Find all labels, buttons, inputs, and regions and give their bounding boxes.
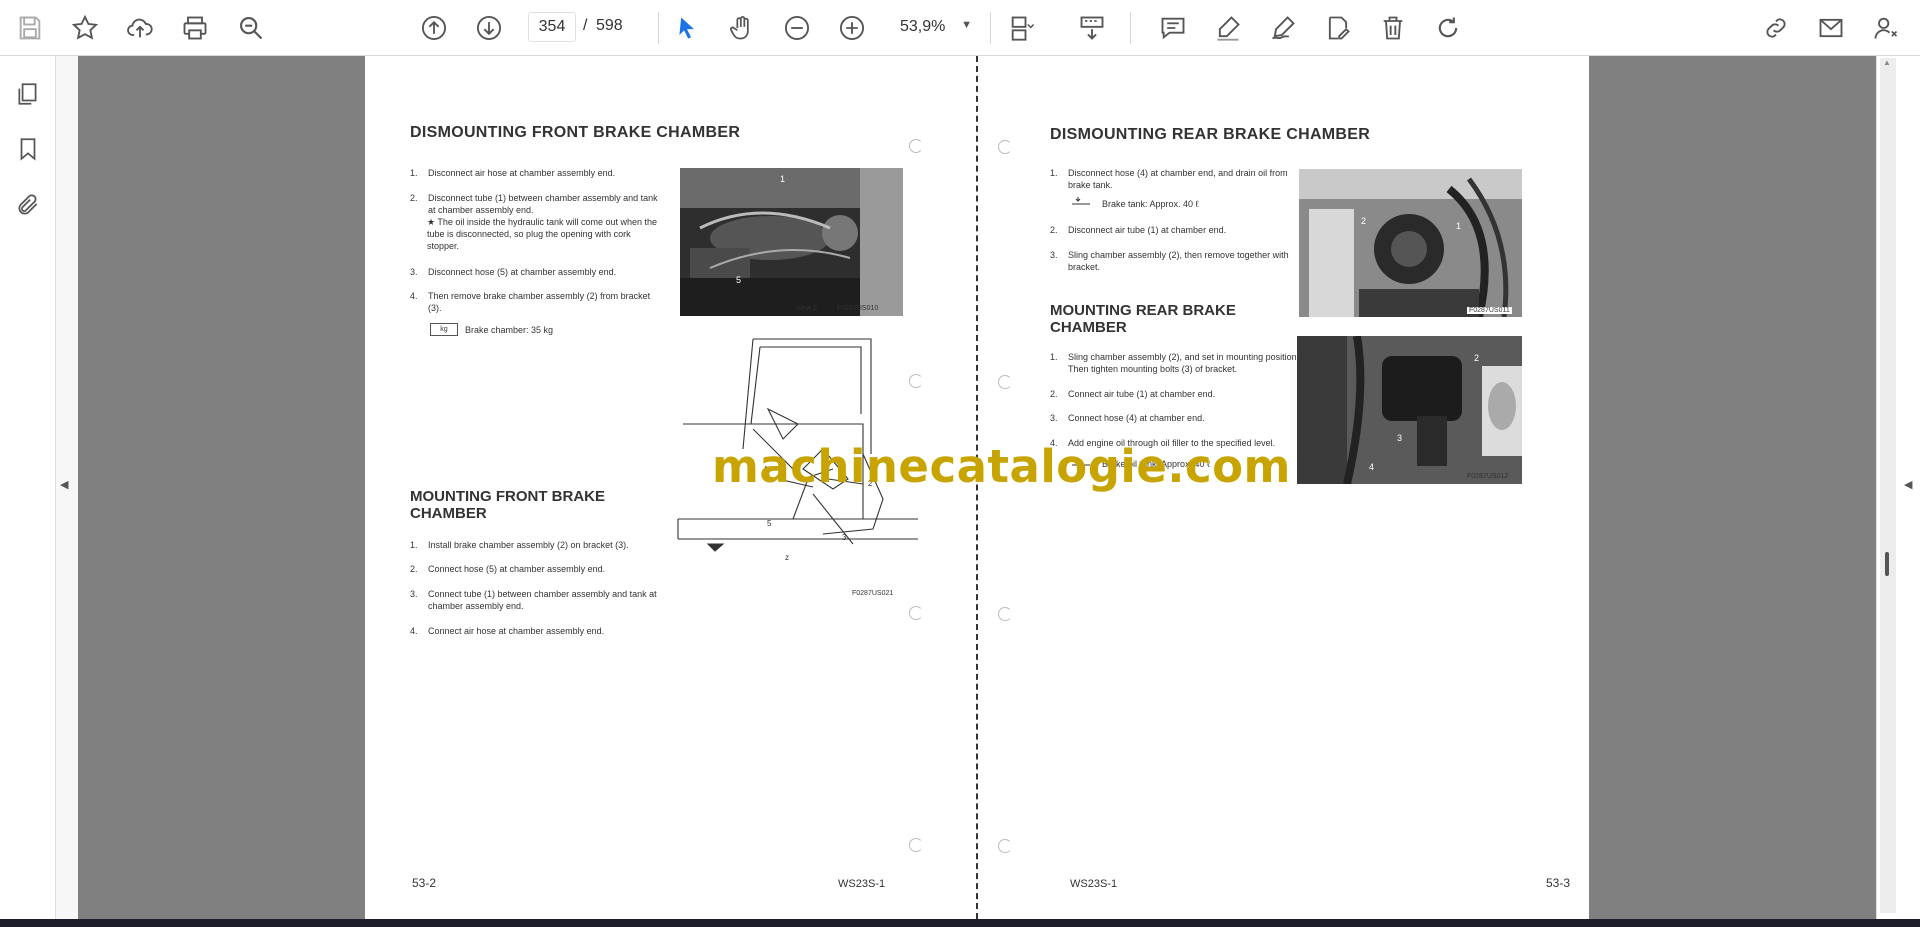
comment-icon[interactable] xyxy=(1155,10,1191,46)
user-account-icon[interactable] xyxy=(1868,10,1904,46)
save-icon[interactable] xyxy=(12,10,48,46)
collapse-left-panel-icon[interactable]: ◀ xyxy=(60,478,72,494)
footer-page-number: 53-2 xyxy=(412,876,437,890)
watermark-text: machinecatalogie.com xyxy=(712,440,1291,493)
print-icon[interactable] xyxy=(177,10,213,46)
svg-text:4: 4 xyxy=(1369,462,1374,472)
tank-capacity-spec: Brake tank: Approx. 40 ℓ xyxy=(1102,199,1199,209)
vertical-scrollbar[interactable] xyxy=(1880,58,1896,913)
weight-icon: kg xyxy=(430,323,458,336)
select-cursor-icon[interactable] xyxy=(669,10,705,46)
highlight-pen-icon[interactable] xyxy=(1210,10,1246,46)
delete-trash-icon[interactable] xyxy=(1375,10,1411,46)
list-item: 4. Then remove brake chamber assembly (2… xyxy=(410,291,651,313)
binder-hole xyxy=(998,140,1012,154)
attachments-paperclip-icon[interactable] xyxy=(12,189,44,221)
diagram-label: 3 xyxy=(842,533,847,542)
toolbar: / 598 53,9% ▼ xyxy=(0,0,1920,56)
page-number-input[interactable] xyxy=(528,12,576,42)
photo-rear-chamber-1: 2 1 xyxy=(1299,169,1522,317)
svg-text:1: 1 xyxy=(780,174,785,184)
page-fit-icon[interactable] xyxy=(1004,10,1040,46)
footer-page-number: 53-3 xyxy=(1546,876,1571,890)
taskbar-edge xyxy=(0,919,1920,927)
photo-caption-code: F0287US012 xyxy=(1467,473,1509,480)
binder-hole xyxy=(998,839,1012,853)
toolbar-divider xyxy=(658,12,659,44)
scroll-up-arrow-icon[interactable]: ▲ xyxy=(1883,58,1893,68)
photo-caption-view: View Z xyxy=(796,305,818,312)
binder-hole xyxy=(909,139,923,153)
diagram-label: 5 xyxy=(767,519,772,528)
section-heading-dismount-rear: DISMOUNTING REAR BRAKE CHAMBER xyxy=(1050,126,1371,143)
list-item: 1. Disconnect hose (4) at chamber end, a… xyxy=(1050,168,1288,190)
zoom-level-select[interactable]: 53,9% ▼ xyxy=(888,12,978,42)
upload-cloud-icon[interactable] xyxy=(122,10,158,46)
zoom-level-value: 53,9% xyxy=(900,18,946,35)
chevron-down-icon: ▼ xyxy=(961,19,972,31)
svg-text:2: 2 xyxy=(1474,353,1479,363)
draw-freehand-icon[interactable] xyxy=(1265,10,1301,46)
bookmarks-ribbon-icon[interactable] xyxy=(12,133,44,165)
list-item: 3. Connect tube (1) between chamber asse… xyxy=(410,589,657,611)
scrollbar-thumb[interactable] xyxy=(1885,552,1889,576)
section-heading-dismount-front: DISMOUNTING FRONT BRAKE CHAMBER xyxy=(410,124,741,141)
expand-right-panel-icon[interactable]: ◀ xyxy=(1904,478,1916,494)
svg-text:5: 5 xyxy=(736,275,741,285)
zoom-out-icon[interactable] xyxy=(779,10,815,46)
svg-text:3: 3 xyxy=(1397,433,1402,443)
photo-front-chamber: 1 5 xyxy=(680,168,903,316)
zoom-in-icon[interactable] xyxy=(834,10,870,46)
binder-hole xyxy=(909,374,923,388)
list-item: 2. Disconnect tube (1) between chamber a… xyxy=(410,193,658,215)
footer-model: WS23S-1 xyxy=(1070,878,1118,890)
photo-caption-code: F0287US010 xyxy=(837,305,879,312)
next-page-icon[interactable] xyxy=(471,10,507,46)
oil-can-icon xyxy=(1070,193,1092,205)
edit-text-icon[interactable] xyxy=(1320,10,1356,46)
photo-caption-code: F0287US011 xyxy=(1467,307,1512,314)
weight-spec: Brake chamber: 35 kg xyxy=(465,325,554,335)
list-item: 3. Sling chamber assembly (2), then remo… xyxy=(1050,250,1289,272)
footer-model: WS23S-1 xyxy=(838,878,886,890)
svg-text:1: 1 xyxy=(1456,221,1461,231)
page-total: 598 xyxy=(596,17,623,34)
diagram-caption-code: F0287US021 xyxy=(852,590,894,597)
redo-rotate-icon[interactable] xyxy=(1430,10,1466,46)
email-envelope-icon[interactable] xyxy=(1813,10,1849,46)
page-separator: / xyxy=(583,17,588,34)
photo-rear-chamber-2: 2 3 4 xyxy=(1297,336,1522,484)
binder-hole xyxy=(909,606,923,620)
diagram-label: z xyxy=(785,553,789,562)
toolbar-divider xyxy=(1130,12,1131,44)
previous-page-icon[interactable] xyxy=(416,10,452,46)
list-item: 1. Sling chamber assembly (2), and set i… xyxy=(1050,352,1300,374)
bookmark-star-icon[interactable] xyxy=(67,10,103,46)
binder-hole xyxy=(998,375,1012,389)
left-navigation-rail xyxy=(0,56,56,919)
hand-tool-icon[interactable] xyxy=(724,10,760,46)
binder-hole xyxy=(909,838,923,852)
section-heading-mount-rear: MOUNTING REAR BRAKE CHAMBER xyxy=(1050,302,1236,336)
toolbar-divider xyxy=(990,12,991,44)
svg-text:2: 2 xyxy=(1361,216,1366,226)
binder-hole xyxy=(998,607,1012,621)
zoom-out-search-icon[interactable] xyxy=(233,10,269,46)
scroll-mode-icon[interactable] xyxy=(1074,10,1110,46)
share-link-icon[interactable] xyxy=(1758,10,1794,46)
page-thumbnails-icon[interactable] xyxy=(12,78,44,110)
section-heading-mount-front: MOUNTING FRONT BRAKE CHAMBER xyxy=(410,488,605,522)
